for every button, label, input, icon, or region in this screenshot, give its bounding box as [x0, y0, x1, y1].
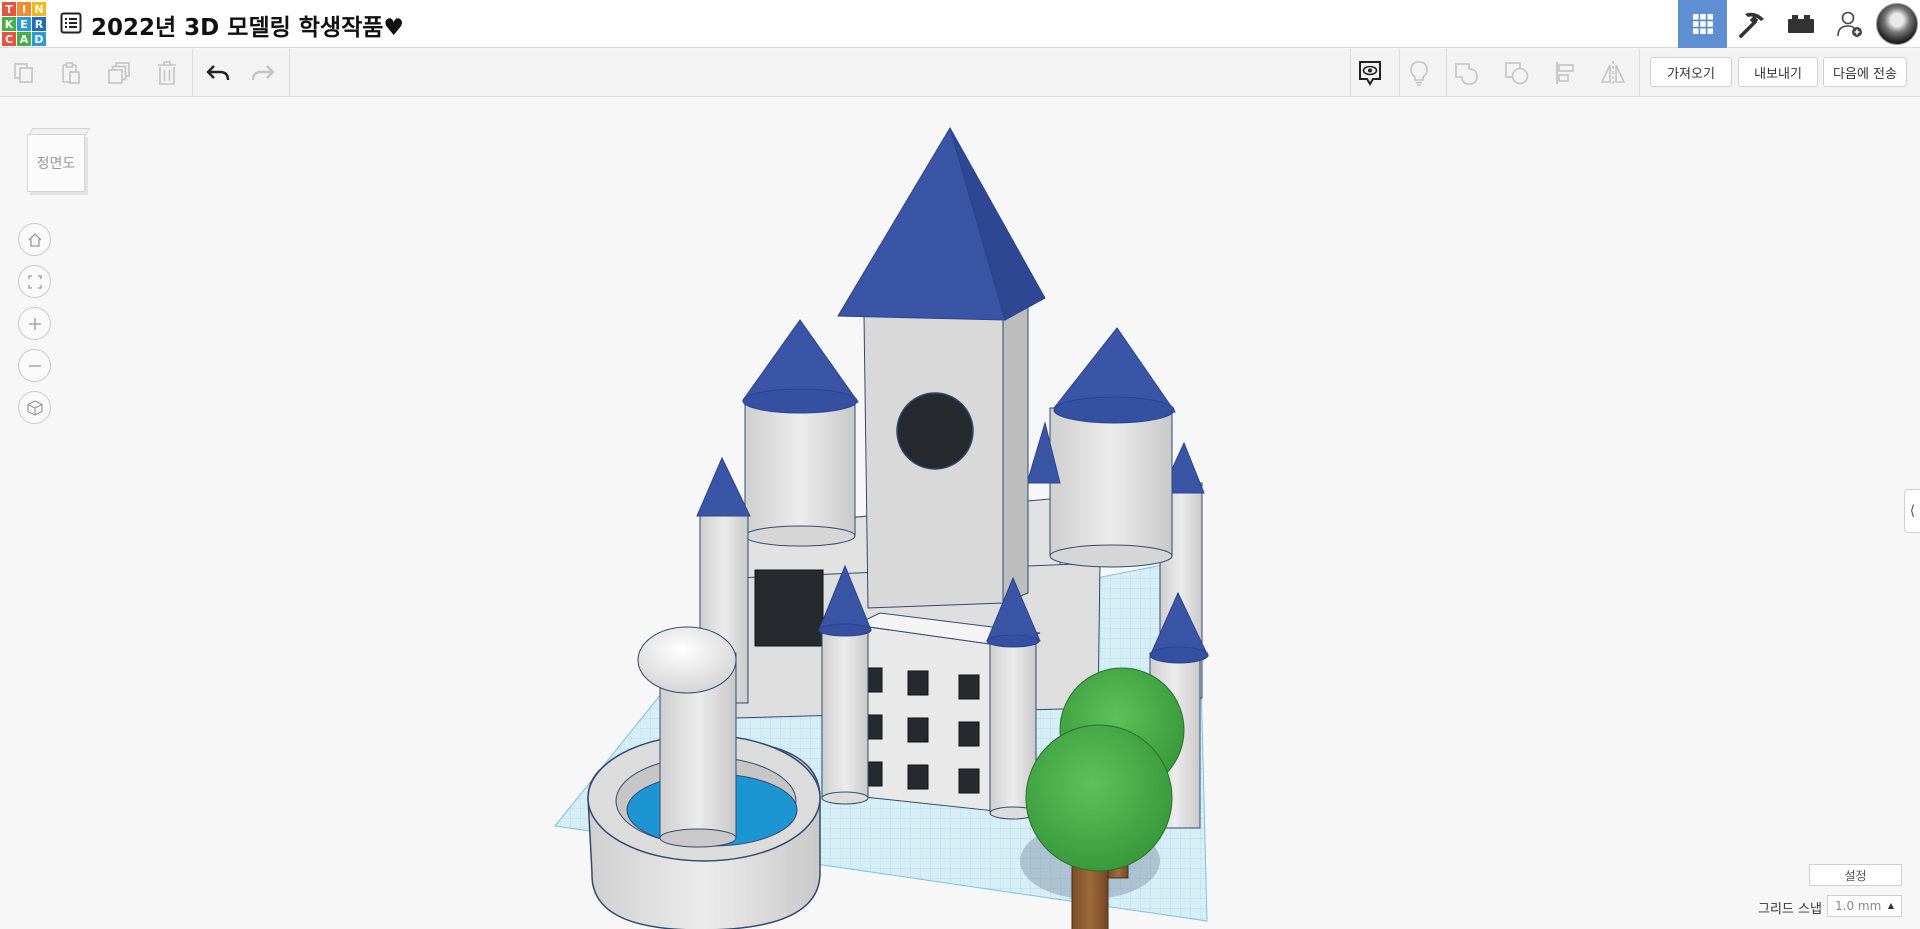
blocks-view-button[interactable]	[1727, 0, 1776, 48]
show-hidden-button[interactable]	[1403, 57, 1435, 89]
grid-snap-select[interactable]: 1.0 mm ▲	[1827, 895, 1902, 917]
delete-button[interactable]	[151, 57, 183, 89]
align-button[interactable]	[1550, 57, 1582, 89]
list-icon	[60, 12, 82, 34]
medium-tower-left[interactable]	[742, 319, 859, 547]
logo-letter: T	[2, 2, 16, 16]
copy-button[interactable]	[8, 57, 40, 89]
minus-icon	[28, 364, 41, 367]
duplicate-button[interactable]	[104, 57, 136, 89]
paste-icon	[62, 62, 80, 84]
send-to-button[interactable]: 다음에 전송	[1823, 57, 1907, 87]
logo-letter: E	[17, 17, 31, 31]
group-icon	[1455, 63, 1478, 85]
align-icon	[1556, 62, 1574, 84]
toolbar-divider	[192, 49, 193, 97]
avatar	[1876, 3, 1918, 45]
toolbar-divider	[1399, 49, 1400, 97]
home-view-button[interactable]	[18, 223, 51, 256]
grid-icon	[1692, 14, 1713, 34]
medium-tower-right[interactable]	[1049, 327, 1176, 568]
paste-button[interactable]	[55, 57, 87, 89]
fit-icon	[27, 274, 42, 289]
undo-button[interactable]	[202, 57, 234, 89]
workplane-settings-button[interactable]: 설정	[1809, 864, 1902, 886]
zoom-in-button[interactable]	[18, 307, 51, 340]
edit-toolbar: 가져오기 내보내기 다음에 전송	[0, 49, 1920, 97]
chevron-left-icon: ⟨	[1909, 503, 1916, 519]
logo-letter: A	[17, 32, 31, 46]
toolbar-divider	[1350, 49, 1351, 97]
fit-all-button[interactable]	[18, 265, 51, 298]
copy-icon	[14, 63, 33, 83]
caret-up-icon: ▲	[1887, 901, 1894, 910]
brick-icon	[1787, 15, 1814, 33]
lightbulb-icon	[1410, 61, 1428, 86]
toolbar-divider	[289, 49, 290, 97]
toolbar-divider	[1446, 49, 1447, 97]
header-right-actions	[1678, 0, 1920, 48]
grid-snap-value: 1.0 mm	[1835, 899, 1882, 913]
trash-icon	[158, 61, 176, 85]
logo-letter: I	[17, 2, 31, 16]
bricks-view-button[interactable]	[1776, 0, 1825, 48]
perspective-button[interactable]	[18, 391, 51, 424]
group-button[interactable]	[1451, 57, 1483, 89]
toolbar-divider	[1639, 49, 1640, 97]
undo-icon	[206, 65, 230, 81]
user-avatar-button[interactable]	[1874, 0, 1920, 48]
view-cube-front-face[interactable]: 정면도	[27, 134, 85, 192]
home-icon	[28, 232, 41, 247]
zoom-out-button[interactable]	[18, 349, 51, 382]
3d-scene[interactable]	[0, 98, 1920, 929]
add-user-icon	[1836, 11, 1862, 37]
central-tower[interactable]	[837, 126, 1046, 609]
logo-letter: R	[32, 17, 46, 31]
plus-icon	[28, 317, 41, 330]
3d-design-view-button[interactable]	[1678, 0, 1727, 48]
design-title[interactable]: 2022년 3D 모델링 학생작품♥	[91, 8, 404, 42]
duplicate-icon	[108, 62, 130, 84]
logo-letter: K	[2, 17, 16, 31]
castle-windows	[861, 667, 980, 794]
note-eye-icon	[1359, 61, 1381, 86]
notes-button[interactable]	[1354, 57, 1386, 89]
invite-user-button[interactable]	[1825, 0, 1874, 48]
cube-icon	[26, 399, 43, 416]
workplane-viewport[interactable]: 정면도 ⟨ 설정 그리드 스냅 1.0 mm ▲	[0, 98, 1920, 929]
tinkercad-logo[interactable]: TIN KER CAD	[2, 2, 46, 46]
ungroup-icon	[1505, 62, 1529, 85]
logo-letter: D	[32, 32, 46, 46]
view-cube[interactable]: 정면도	[24, 126, 94, 202]
mirror-button[interactable]	[1597, 57, 1629, 89]
redo-icon	[251, 65, 275, 81]
castle-window	[754, 569, 824, 647]
collapse-panel-tab[interactable]: ⟨	[1904, 489, 1920, 533]
top-header: TIN KER CAD 2022년 3D 모델링 학생작품♥	[0, 0, 1920, 48]
logo-letter: N	[32, 2, 46, 16]
export-button[interactable]: 내보내기	[1738, 57, 1818, 87]
ungroup-button[interactable]	[1501, 57, 1533, 89]
pickaxe-icon	[1738, 12, 1764, 39]
redo-button[interactable]	[247, 57, 279, 89]
logo-letter: C	[2, 32, 16, 46]
import-button[interactable]: 가져오기	[1650, 57, 1732, 87]
mirror-icon	[1600, 61, 1626, 85]
grid-snap-label: 그리드 스냅	[1758, 902, 1822, 917]
design-list-button[interactable]	[58, 10, 84, 36]
